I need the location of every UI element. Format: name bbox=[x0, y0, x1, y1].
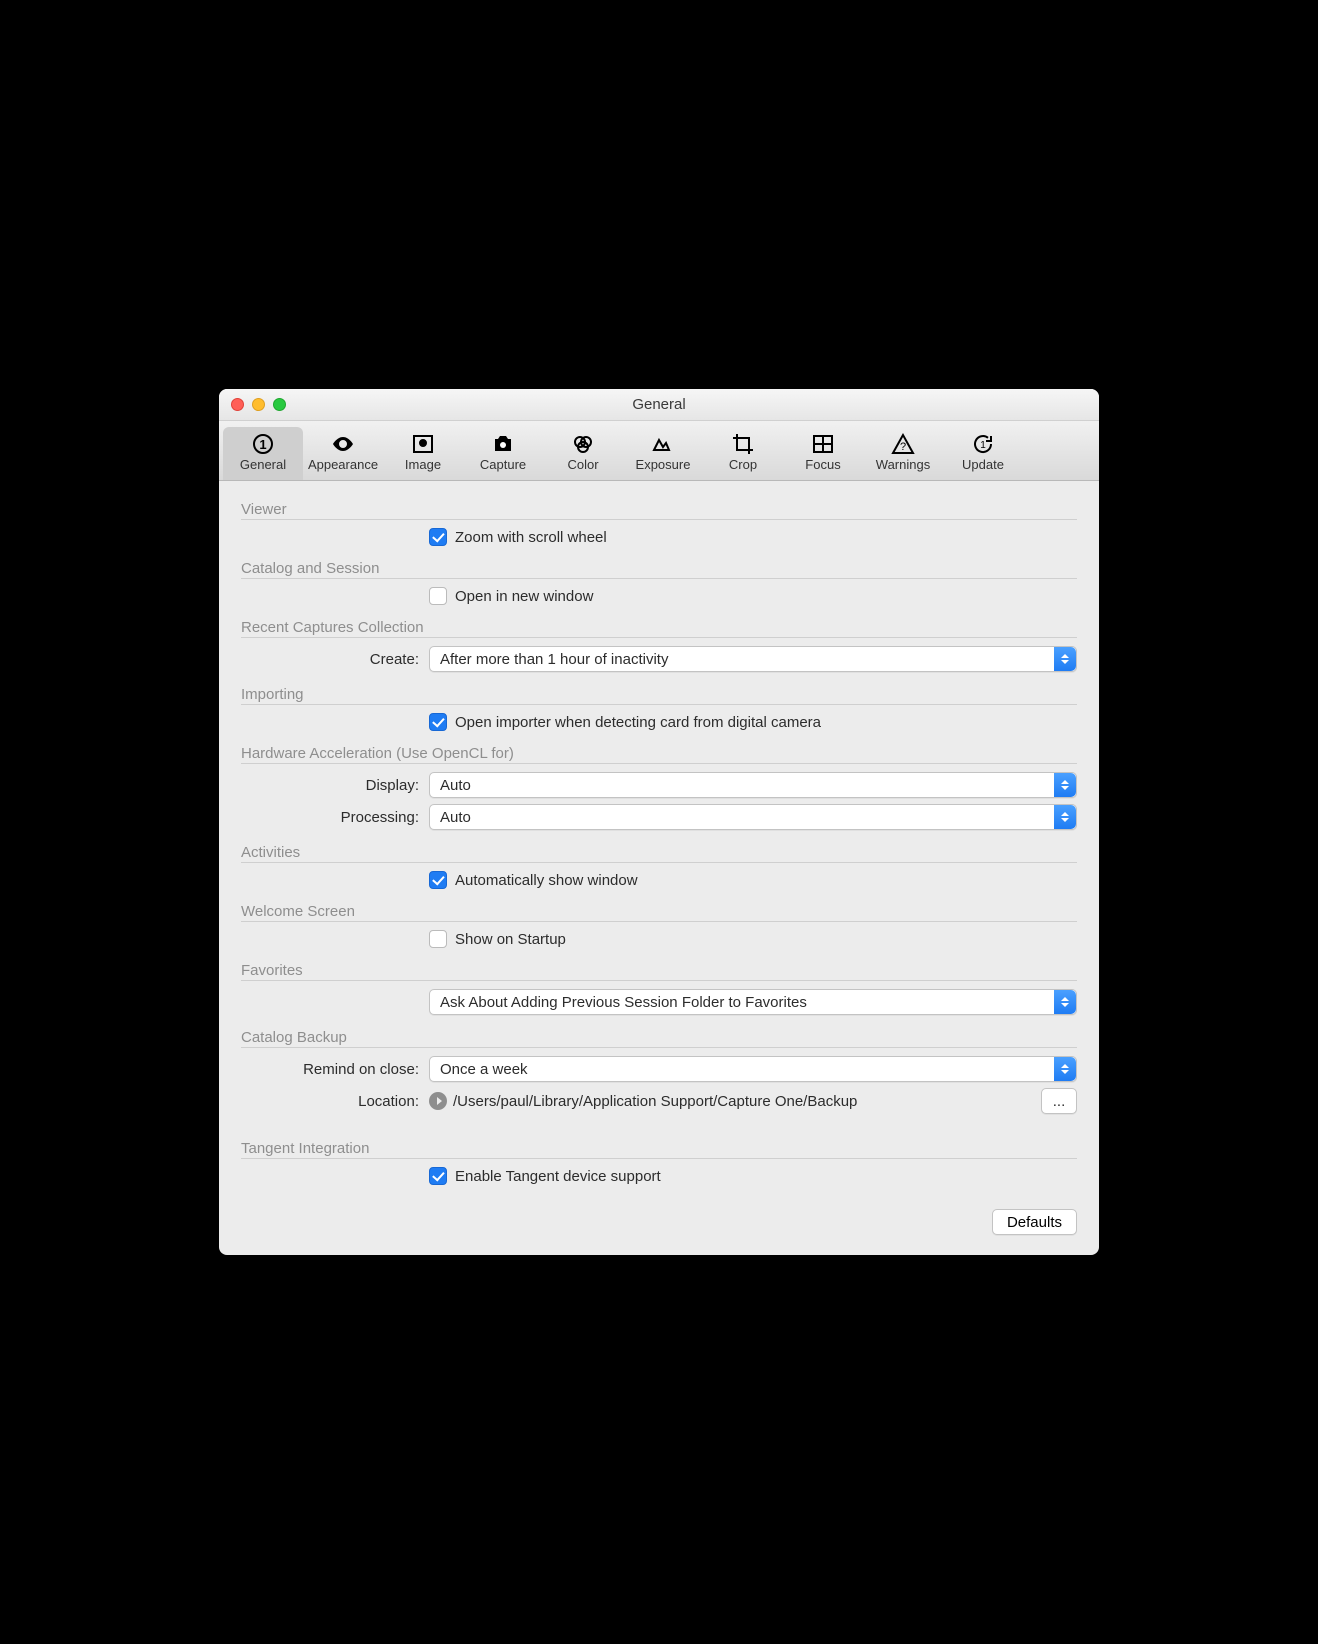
create-select[interactable]: After more than 1 hour of inactivity bbox=[429, 646, 1077, 672]
tab-label: Image bbox=[383, 457, 463, 472]
remind-select-value: Once a week bbox=[440, 1061, 528, 1078]
chevron-updown-icon bbox=[1054, 647, 1076, 671]
display-select[interactable]: Auto bbox=[429, 772, 1077, 798]
crop-icon bbox=[703, 431, 783, 457]
zoom-scroll-checkbox[interactable] bbox=[429, 528, 447, 546]
favorites-select[interactable]: Ask About Adding Previous Session Folder… bbox=[429, 989, 1077, 1015]
section-hw-accel: Hardware Acceleration (Use OpenCL for) bbox=[241, 745, 1077, 764]
auto-show-window-checkbox[interactable] bbox=[429, 871, 447, 889]
display-select-value: Auto bbox=[440, 777, 471, 794]
preferences-window: General 1 General Appearance Image Captu… bbox=[219, 389, 1099, 1255]
tab-label: Focus bbox=[783, 457, 863, 472]
tab-warnings[interactable]: ? Warnings bbox=[863, 427, 943, 480]
browse-button[interactable]: ... bbox=[1041, 1088, 1077, 1114]
create-label: Create: bbox=[241, 651, 429, 668]
create-select-value: After more than 1 hour of inactivity bbox=[440, 651, 668, 668]
tab-label: Crop bbox=[703, 457, 783, 472]
camera-icon bbox=[463, 431, 543, 457]
image-icon bbox=[383, 431, 463, 457]
display-label: Display: bbox=[241, 777, 429, 794]
color-icon bbox=[543, 431, 623, 457]
svg-text:1: 1 bbox=[259, 437, 266, 452]
section-favorites: Favorites bbox=[241, 962, 1077, 981]
defaults-button-label: Defaults bbox=[1007, 1214, 1062, 1231]
section-tangent: Tangent Integration bbox=[241, 1140, 1077, 1159]
remind-select[interactable]: Once a week bbox=[429, 1056, 1077, 1082]
exposure-icon bbox=[623, 431, 703, 457]
update-icon: 1 bbox=[943, 431, 1023, 457]
section-activities: Activities bbox=[241, 844, 1077, 863]
tab-image[interactable]: Image bbox=[383, 427, 463, 480]
open-importer-checkbox[interactable] bbox=[429, 713, 447, 731]
focus-icon bbox=[783, 431, 863, 457]
tab-label: General bbox=[223, 457, 303, 472]
show-on-startup-checkbox[interactable] bbox=[429, 930, 447, 948]
browse-button-label: ... bbox=[1053, 1093, 1066, 1110]
content-area: Viewer Zoom with scroll wheel Catalog an… bbox=[219, 481, 1099, 1255]
chevron-updown-icon bbox=[1054, 773, 1076, 797]
svg-text:1: 1 bbox=[980, 440, 986, 451]
processing-label: Processing: bbox=[241, 809, 429, 826]
chevron-updown-icon bbox=[1054, 990, 1076, 1014]
section-viewer: Viewer bbox=[241, 501, 1077, 520]
svg-text:?: ? bbox=[900, 441, 906, 453]
enable-tangent-checkbox[interactable] bbox=[429, 1167, 447, 1185]
general-icon: 1 bbox=[223, 431, 303, 457]
zoom-scroll-label: Zoom with scroll wheel bbox=[455, 529, 607, 546]
warning-icon: ? bbox=[863, 431, 943, 457]
section-catalog-backup: Catalog Backup bbox=[241, 1029, 1077, 1048]
preferences-toolbar: 1 General Appearance Image Capture bbox=[219, 421, 1099, 481]
section-welcome: Welcome Screen bbox=[241, 903, 1077, 922]
tab-label: Appearance bbox=[303, 457, 383, 472]
enable-tangent-label: Enable Tangent device support bbox=[455, 1168, 661, 1185]
defaults-button[interactable]: Defaults bbox=[992, 1209, 1077, 1235]
tab-label: Capture bbox=[463, 457, 543, 472]
window-title: General bbox=[219, 396, 1099, 413]
tab-capture[interactable]: Capture bbox=[463, 427, 543, 480]
tab-exposure[interactable]: Exposure bbox=[623, 427, 703, 480]
show-on-startup-label: Show on Startup bbox=[455, 931, 566, 948]
section-importing: Importing bbox=[241, 686, 1077, 705]
open-new-window-checkbox[interactable] bbox=[429, 587, 447, 605]
auto-show-window-label: Automatically show window bbox=[455, 872, 638, 889]
tab-label: Warnings bbox=[863, 457, 943, 472]
favorites-select-value: Ask About Adding Previous Session Folder… bbox=[440, 994, 807, 1011]
tab-color[interactable]: Color bbox=[543, 427, 623, 480]
open-new-window-label: Open in new window bbox=[455, 588, 593, 605]
arrow-right-circle-icon[interactable] bbox=[429, 1092, 447, 1110]
tab-general[interactable]: 1 General bbox=[223, 427, 303, 480]
tab-appearance[interactable]: Appearance bbox=[303, 427, 383, 480]
chevron-updown-icon bbox=[1054, 1057, 1076, 1081]
remind-on-close-label: Remind on close: bbox=[241, 1061, 429, 1078]
chevron-updown-icon bbox=[1054, 805, 1076, 829]
backup-location-path: /Users/paul/Library/Application Support/… bbox=[453, 1093, 1033, 1110]
section-recent-captures: Recent Captures Collection bbox=[241, 619, 1077, 638]
processing-select[interactable]: Auto bbox=[429, 804, 1077, 830]
tab-crop[interactable]: Crop bbox=[703, 427, 783, 480]
eye-icon bbox=[303, 431, 383, 457]
location-label: Location: bbox=[241, 1093, 429, 1110]
titlebar: General bbox=[219, 389, 1099, 421]
tab-focus[interactable]: Focus bbox=[783, 427, 863, 480]
open-importer-label: Open importer when detecting card from d… bbox=[455, 714, 821, 731]
tab-label: Exposure bbox=[623, 457, 703, 472]
section-catalog-session: Catalog and Session bbox=[241, 560, 1077, 579]
processing-select-value: Auto bbox=[440, 809, 471, 826]
tab-label: Color bbox=[543, 457, 623, 472]
tab-update[interactable]: 1 Update bbox=[943, 427, 1023, 480]
tab-label: Update bbox=[943, 457, 1023, 472]
